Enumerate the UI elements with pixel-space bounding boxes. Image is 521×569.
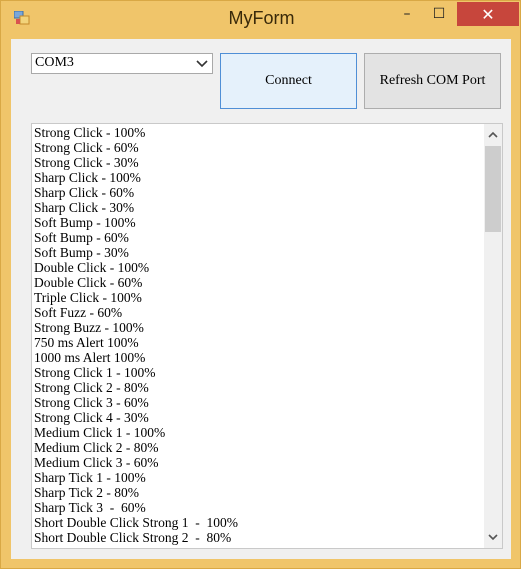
connect-button[interactable]: Connect (220, 53, 357, 109)
chevron-up-icon (488, 131, 498, 138)
list-item[interactable]: Soft Bump - 60% (34, 230, 238, 245)
list-item[interactable]: Medium Click 2 - 80% (34, 440, 238, 455)
com-port-select[interactable]: COM3 (31, 53, 213, 74)
list-item[interactable]: Strong Buzz - 100% (34, 320, 238, 335)
list-item[interactable]: Strong Click 1 - 100% (34, 365, 238, 380)
list-item[interactable]: Sharp Tick 2 - 80% (34, 485, 238, 500)
list-item[interactable]: Sharp Click - 60% (34, 185, 238, 200)
list-item[interactable]: Medium Click 3 - 60% (34, 455, 238, 470)
list-item[interactable]: Sharp Click - 30% (34, 200, 238, 215)
com-port-value: COM3 (35, 55, 74, 70)
list-item[interactable]: Strong Click 3 - 60% (34, 395, 238, 410)
list-item[interactable]: Strong Click 4 - 30% (34, 410, 238, 425)
vertical-scrollbar[interactable] (484, 124, 502, 548)
scroll-thumb[interactable] (485, 146, 501, 232)
list-item[interactable]: Double Click - 60% (34, 275, 238, 290)
app-window: MyForm – ☐ ✕ COM3 Connect Refresh COM Po… (0, 0, 521, 569)
list-item[interactable]: 750 ms Alert 100% (34, 335, 238, 350)
effects-listbox[interactable]: Strong Click - 100% Strong Click - 60% S… (31, 123, 503, 549)
list-item[interactable]: Sharp Tick 1 - 100% (34, 470, 238, 485)
maximize-button[interactable]: ☐ (425, 2, 453, 26)
list-item[interactable]: Strong Click - 100% (34, 125, 238, 140)
list-item[interactable]: Strong Click - 30% (34, 155, 238, 170)
title-bar[interactable]: MyForm – ☐ ✕ (1, 1, 521, 35)
chevron-down-icon (488, 534, 498, 541)
list-item[interactable]: Short Double Click Strong 2 - 80% (34, 530, 238, 545)
list-item[interactable]: Soft Bump - 100% (34, 215, 238, 230)
list-item[interactable]: Medium Click 1 - 100% (34, 425, 238, 440)
list-item[interactable]: Strong Click 2 - 80% (34, 380, 238, 395)
list-item[interactable]: Sharp Click - 100% (34, 170, 238, 185)
effects-list: Strong Click - 100% Strong Click - 60% S… (34, 125, 238, 545)
list-item[interactable]: Triple Click - 100% (34, 290, 238, 305)
scroll-up-button[interactable] (484, 126, 502, 144)
refresh-com-port-button[interactable]: Refresh COM Port (364, 53, 501, 109)
list-item[interactable]: 1000 ms Alert 100% (34, 350, 238, 365)
form-client-area: COM3 Connect Refresh COM Port Strong Cli… (11, 39, 511, 559)
minimize-button[interactable]: – (393, 2, 421, 26)
list-item[interactable]: Strong Click - 60% (34, 140, 238, 155)
list-item[interactable]: Sharp Tick 3 - 60% (34, 500, 238, 515)
list-item[interactable]: Soft Fuzz - 60% (34, 305, 238, 320)
close-button[interactable]: ✕ (457, 2, 519, 26)
list-item[interactable]: Short Double Click Strong 1 - 100% (34, 515, 238, 530)
list-item[interactable]: Double Click - 100% (34, 260, 238, 275)
chevron-down-icon[interactable] (196, 58, 208, 68)
list-item[interactable]: Soft Bump - 30% (34, 245, 238, 260)
scroll-down-button[interactable] (484, 528, 502, 546)
